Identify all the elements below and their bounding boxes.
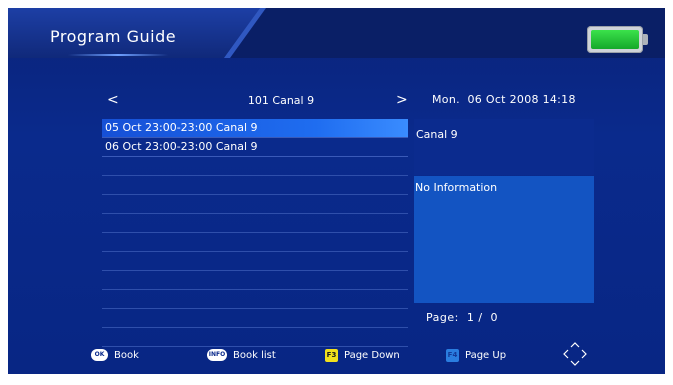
page-down-button[interactable]: F3 Page Down xyxy=(325,347,400,363)
screen: Program Guide < 101 Canal 9 > Mon. 06 Oc… xyxy=(8,8,665,374)
f4-key-icon: F4 xyxy=(446,348,459,362)
program-list-item[interactable] xyxy=(102,233,408,252)
program-list-item[interactable]: 05 Oct 23:00-23:00 Canal 9 xyxy=(102,119,408,138)
program-list: 05 Oct 23:00-23:00 Canal 9 06 Oct 23:00-2… xyxy=(102,119,408,347)
chevron-right-icon[interactable]: > xyxy=(396,92,408,108)
current-datetime: Mon. 06 Oct 2008 14:18 xyxy=(432,93,576,106)
book-label: Book xyxy=(114,349,139,361)
ok-key-icon: OK xyxy=(91,349,108,361)
info-channel-name: Canal 9 xyxy=(416,128,458,141)
info-key-icon: INFO xyxy=(207,349,227,361)
program-list-item[interactable] xyxy=(102,328,408,347)
program-list-item[interactable] xyxy=(102,290,408,309)
program-list-item[interactable] xyxy=(102,252,408,271)
channel-name: 101 Canal 9 xyxy=(247,94,315,107)
page-title: Program Guide xyxy=(50,27,177,46)
dpad-icon xyxy=(563,342,587,366)
book-list-label: Book list xyxy=(233,349,276,361)
program-list-item[interactable] xyxy=(102,176,408,195)
program-description: No Information xyxy=(415,181,498,194)
program-list-item[interactable] xyxy=(102,214,408,233)
program-info-box xyxy=(414,176,594,303)
book-button[interactable]: OK Book xyxy=(91,347,139,363)
program-list-item[interactable] xyxy=(102,271,408,290)
program-list-item[interactable] xyxy=(102,309,408,328)
program-list-item[interactable] xyxy=(102,157,408,176)
page-up-button[interactable]: F4 Page Up xyxy=(446,347,506,363)
page-indicator: Page: 1 / 0 xyxy=(426,311,499,324)
battery-icon xyxy=(587,26,648,53)
chevron-left-icon[interactable]: < xyxy=(107,92,119,108)
page-up-label: Page Up xyxy=(465,349,507,361)
f3-key-icon: F3 xyxy=(325,348,338,362)
program-list-item[interactable]: 06 Oct 23:00-23:00 Canal 9 xyxy=(102,138,408,157)
program-list-item[interactable] xyxy=(102,195,408,214)
title-underline xyxy=(68,54,168,56)
page-down-label: Page Down xyxy=(344,349,400,361)
book-list-button[interactable]: INFO Book list xyxy=(207,347,276,363)
